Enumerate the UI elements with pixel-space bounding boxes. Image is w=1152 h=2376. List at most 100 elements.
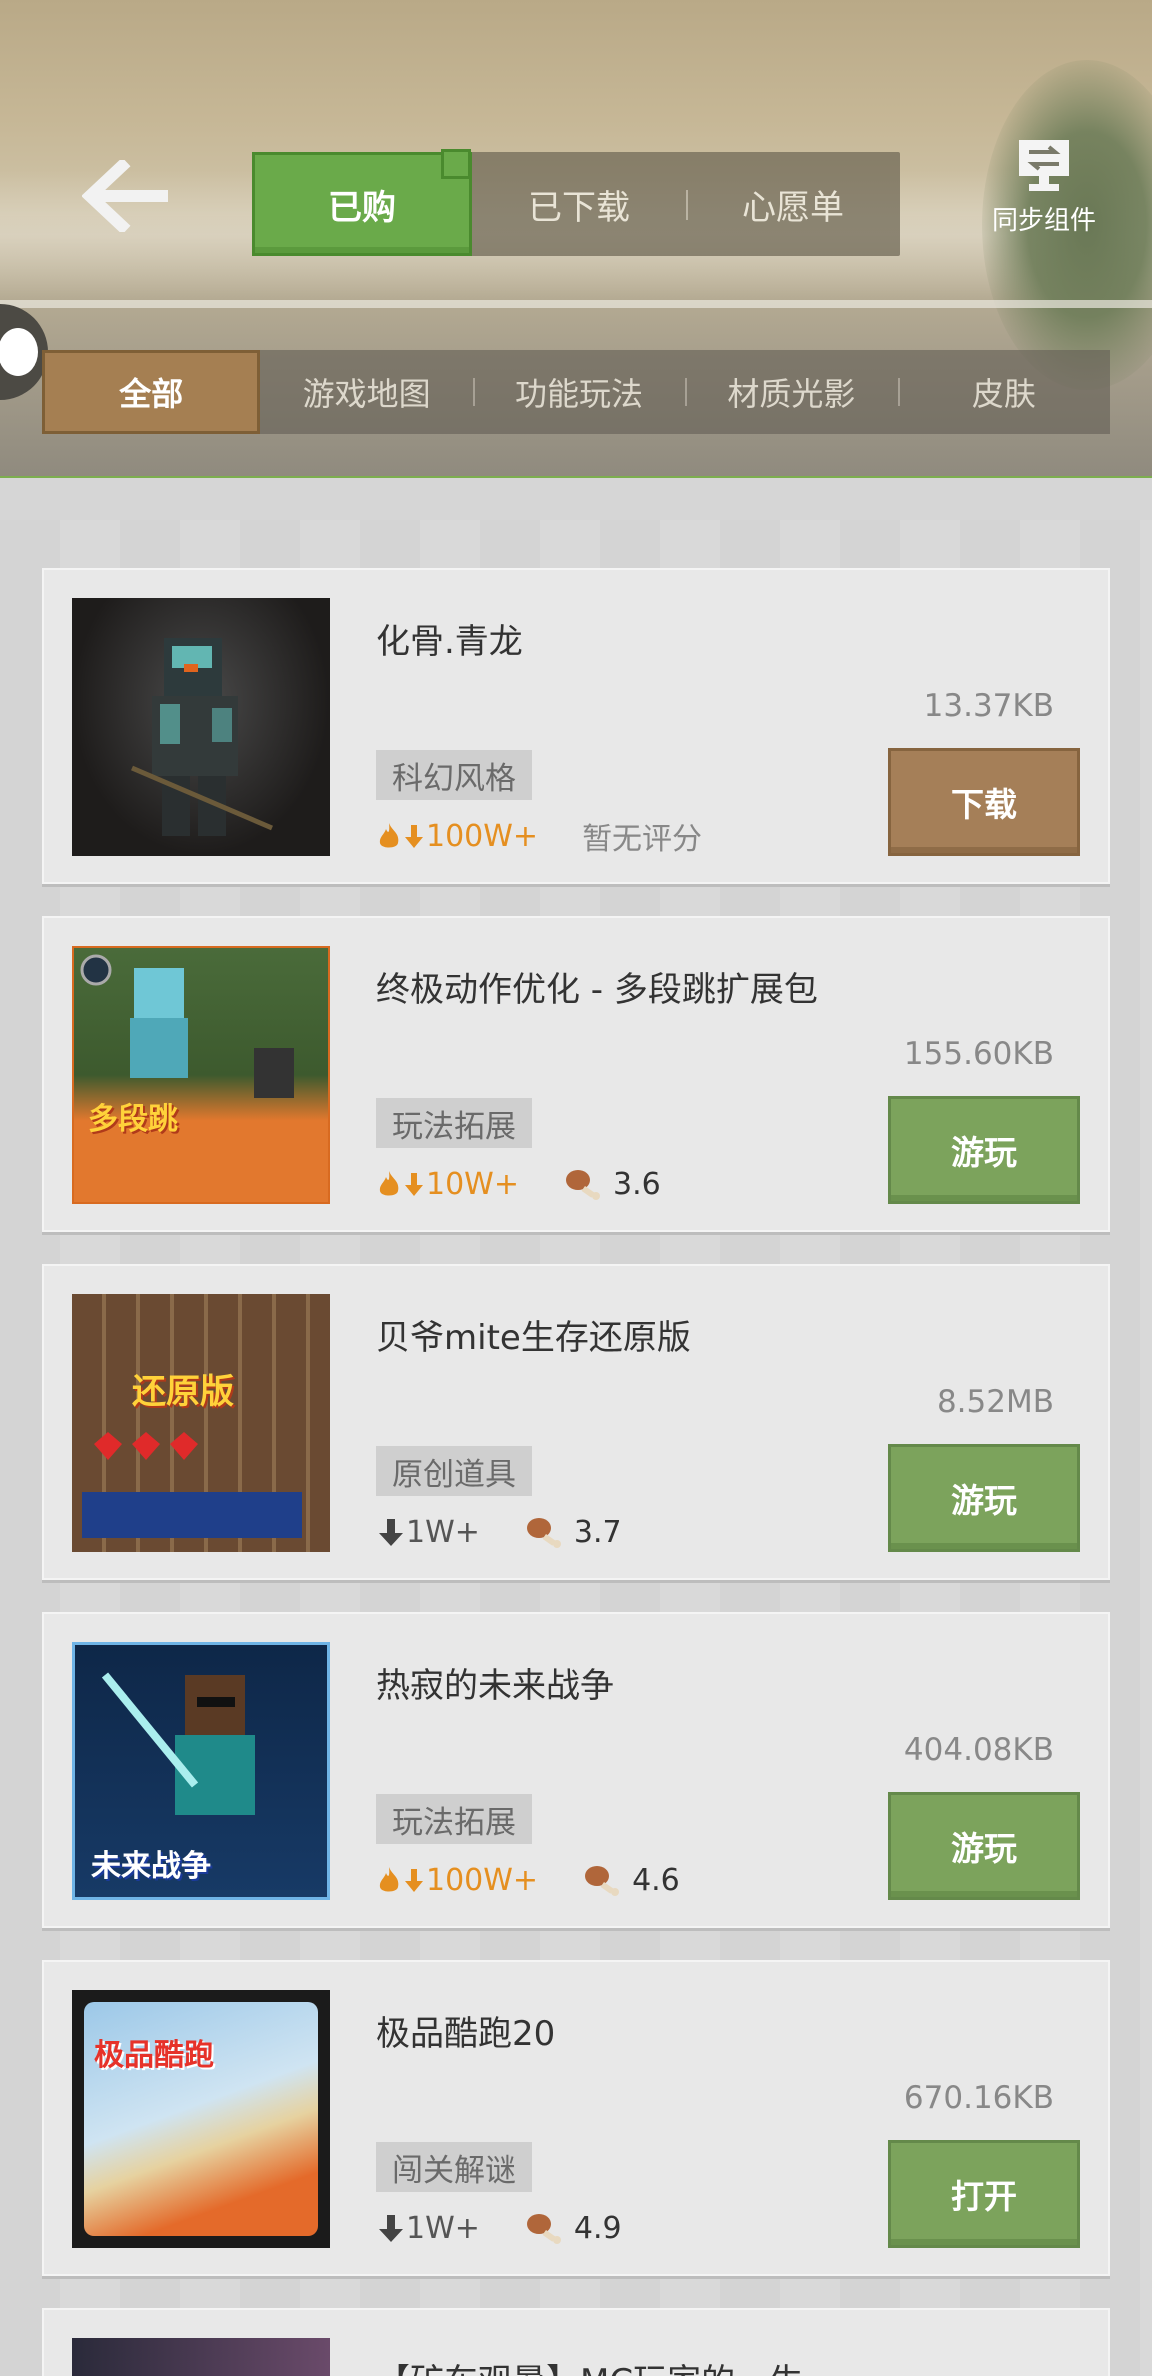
header-green-strip [0,476,1152,478]
top-tab-bar: 已购 已下载 心愿单 [252,149,900,256]
rating: 暂无评分 [582,814,702,858]
item-thumbnail[interactable]: 未来战争 [72,1642,330,1900]
game-art-icon [80,954,294,1098]
item-thumbnail[interactable] [72,598,330,856]
category-all[interactable]: 全部 [42,350,261,434]
item-title[interactable]: 贝爷mite生存还原版 [376,1310,691,1359]
download-count-value: 100W+ [426,1862,539,1898]
open-button[interactable]: 打开 [888,2140,1080,2248]
tab-divider [686,190,688,220]
item-thumbnail[interactable]: 多段跳 [72,946,330,1204]
thumb-caption: 多段跳 [88,1102,178,1137]
list-item[interactable]: 化骨.青龙 13.37KB 科幻风格 100W+ 暂无评分 下载 [42,568,1110,884]
sync-monitor-icon [1019,140,1069,191]
rating: 4.9 [524,2210,622,2246]
item-title[interactable]: 热寂的未来战争 [376,1658,614,1707]
rating-value: 4.6 [632,1862,680,1898]
item-tag[interactable]: 科幻风格 [376,750,532,800]
rating-value: 3.6 [612,1166,661,1202]
rating: 4.6 [582,1862,680,1898]
sync-components-button[interactable]: 同步组件 [992,138,1096,237]
fire-icon [379,823,399,848]
action-label: 下载 [951,785,1017,824]
download-count-value: 1W+ [406,1514,480,1550]
download-arrow-icon [379,2215,403,2242]
play-button[interactable]: 游玩 [888,1444,1080,1552]
download-button[interactable]: 下载 [888,748,1080,856]
download-count: 100W+ [376,819,538,854]
item-tag[interactable]: 原创道具 [376,1446,532,1496]
tab-wishlist-label: 心愿单 [742,187,844,228]
item-tag[interactable]: 闯关解谜 [376,2142,532,2192]
rating-value: 3.7 [573,1514,622,1550]
download-count-value: 10W+ [426,1166,519,1202]
back-button[interactable] [81,157,174,235]
play-button[interactable]: 游玩 [888,1792,1080,1900]
list-item[interactable]: 未来战争 热寂的未来战争 404.08KB 玩法拓展 100W+ 4.6 游玩 [42,1612,1110,1928]
drumstick-icon [526,1518,561,1548]
item-stats: 1W+ 4.9 [376,2206,622,2250]
download-count: 1W+ [376,2211,480,2246]
download-count-value: 100W+ [426,818,539,854]
list-item[interactable]: 还原版 贝爷mite生存还原版 8.52MB 原创道具 1W+ 3.7 游玩 [42,1264,1110,1580]
item-size: 670.16KB [903,2080,1054,2116]
item-title[interactable]: 【矿车观暑】MC玩家的一生 [376,2354,803,2376]
game-art-icon [82,1432,302,1538]
download-arrow-icon [405,825,423,848]
item-thumbnail[interactable]: 还原版 [72,1294,330,1552]
item-list[interactable]: 化骨.青龙 13.37KB 科幻风格 100W+ 暂无评分 下载 多段跳 终极动… [0,520,1152,2376]
thumb-caption: 极品酷跑 [94,2038,214,2073]
list-item[interactable]: 极品酷跑 极品酷跑20 670.16KB 闯关解谜 1W+ 4.9 打开 [42,1960,1110,2276]
item-thumbnail[interactable] [72,2338,330,2376]
back-arrow-icon [81,157,168,235]
action-label: 游玩 [951,1133,1017,1172]
floating-handle[interactable] [0,304,48,400]
download-arrow-icon [405,1869,423,1892]
header-banner: 已购 已下载 心愿单 同步组件 全部 游戏地图 功能玩法 材质光影 皮肤 [0,0,1152,478]
skin-figure-icon [131,638,273,836]
tab-purchased-label: 已购 [328,187,396,228]
sync-label: 同步组件 [992,206,1097,236]
tab-downloaded[interactable]: 已下载 [472,152,686,256]
category-all-label: 全部 [119,375,184,413]
thumb-caption: 未来战争 [91,1849,211,1884]
item-title[interactable]: 终极动作优化 - 多段跳扩展包 [376,962,818,1011]
download-count: 1W+ [376,1515,480,1550]
item-tag[interactable]: 玩法拓展 [376,1098,532,1148]
category-maps[interactable]: 游戏地图 [260,350,472,434]
item-stats: 1W+ 3.7 [376,1510,622,1554]
download-count: 10W+ [376,1167,519,1202]
item-thumbnail[interactable]: 极品酷跑 [72,1990,330,2248]
download-count-value: 1W+ [406,2210,480,2246]
category-textures-label: 材质光影 [727,375,856,413]
item-size: 13.37KB [923,688,1054,724]
play-button[interactable]: 游玩 [888,1096,1080,1204]
tab-divider [472,378,475,406]
rating: 3.6 [563,1166,661,1202]
item-stats: 100W+ 暂无评分 [376,814,702,858]
category-gameplay[interactable]: 功能玩法 [472,350,685,434]
fire-icon [379,1171,399,1196]
fire-icon [379,1867,399,1892]
list-item[interactable]: 多段跳 终极动作优化 - 多段跳扩展包 155.60KB 玩法拓展 10W+ 3… [42,916,1110,1232]
tab-purchased[interactable]: 已购 [252,149,472,256]
category-gameplay-label: 功能玩法 [515,375,644,413]
download-arrow-icon [379,1519,403,1546]
action-label: 游玩 [951,1481,1017,1520]
tab-wishlist[interactable]: 心愿单 [686,152,900,256]
category-tab-bar: 全部 游戏地图 功能玩法 材质光影 皮肤 [42,350,1110,434]
category-textures[interactable]: 材质光影 [685,350,897,434]
item-stats: 10W+ 3.6 [376,1162,661,1206]
rating-value: 4.9 [573,2210,622,2246]
tab-divider [897,378,900,406]
item-tag[interactable]: 玩法拓展 [376,1794,532,1844]
list-item-partial[interactable]: 【矿车观暑】MC玩家的一生 [42,2308,1110,2376]
item-title[interactable]: 极品酷跑20 [376,2006,555,2055]
rating: 3.7 [524,1514,622,1550]
item-size: 8.52MB [936,1384,1054,1420]
action-label: 游玩 [951,1829,1017,1868]
item-stats: 100W+ 4.6 [376,1858,680,1902]
category-skins[interactable]: 皮肤 [897,350,1110,434]
drumstick-icon [565,1170,600,1200]
item-title[interactable]: 化骨.青龙 [376,614,523,663]
